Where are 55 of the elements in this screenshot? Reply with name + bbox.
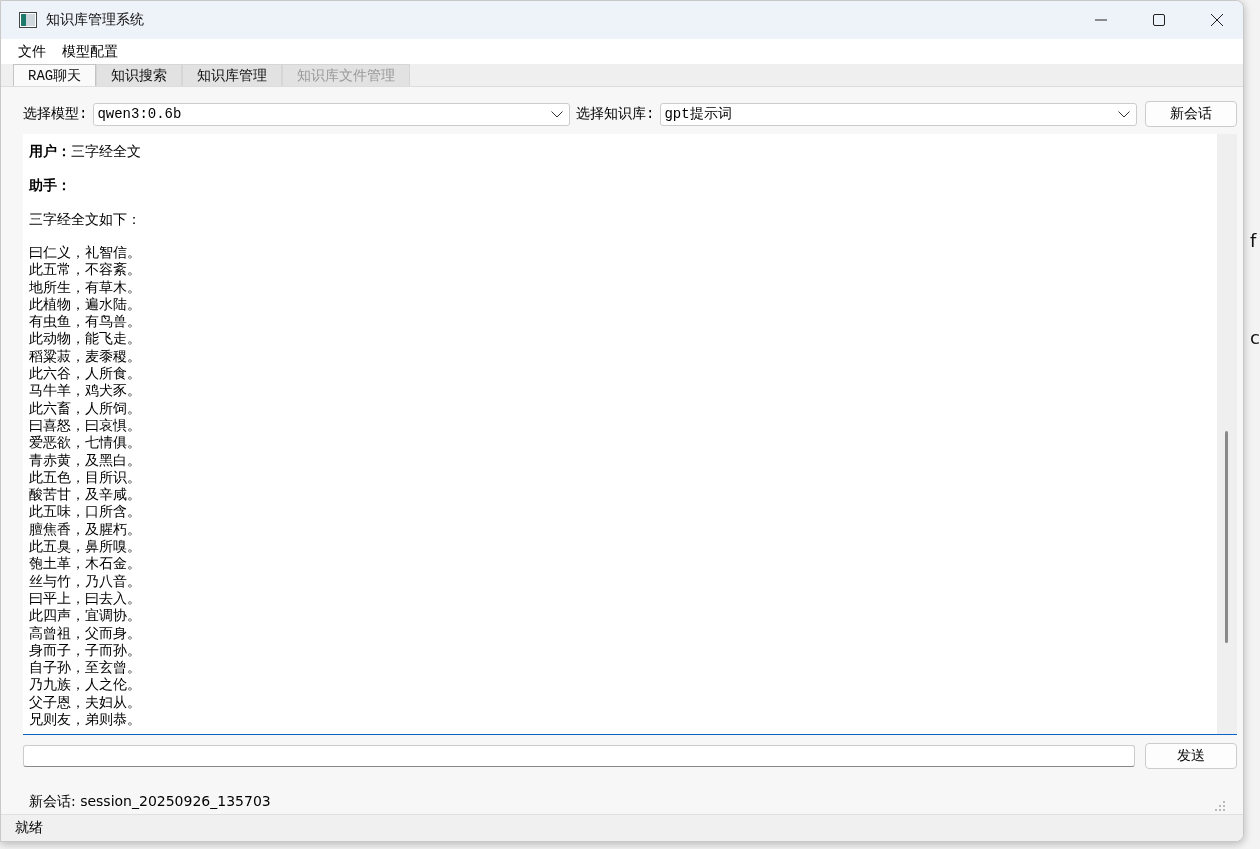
poem-line: 自子孙，至玄曾。	[29, 659, 141, 676]
tab[interactable]: 知识搜索	[96, 64, 183, 86]
model-dropdown[interactable]: qwen3:0.6b	[93, 102, 570, 126]
knowledge-base-label: 选择知识库:	[576, 105, 655, 123]
poem-line: 匏土革，木石金。	[29, 555, 141, 572]
message-input[interactable]	[23, 745, 1135, 767]
poem-line: 高曾祖，父而身。	[29, 624, 141, 641]
poem-line: 有虫鱼，有鸟兽。	[29, 313, 141, 330]
background-text: c	[1250, 327, 1260, 348]
poem-line: 身而子，子而孙。	[29, 641, 141, 658]
poem-line: 曰平上，曰去入。	[29, 589, 141, 606]
poem-line: 父子恩，夫妇从。	[29, 693, 141, 710]
poem-line: 此五臭，鼻所嗅。	[29, 538, 141, 555]
poem-line: 兄则友，弟则恭。	[29, 711, 141, 727]
new-session-button[interactable]: 新会话	[1145, 101, 1237, 127]
user-message: 用户：三字经全文	[29, 143, 141, 159]
poem-line: 此五味，口所含。	[29, 503, 141, 520]
background-text: f	[1250, 230, 1258, 251]
knowledge-base-dropdown[interactable]: gpt提示词	[660, 102, 1137, 126]
close-icon[interactable]	[1211, 14, 1223, 26]
tab[interactable]: RAG聊天	[13, 64, 97, 86]
assistant-label: 助手：	[29, 177, 71, 193]
window-title: 知识库管理系统	[46, 11, 144, 29]
app-icon	[19, 12, 37, 28]
poem-line: 曰仁义，礼智信。	[29, 244, 141, 260]
scrollbar[interactable]	[1217, 134, 1237, 734]
poem-line: 稻粱菽，麦黍稷。	[29, 347, 141, 364]
poem-line: 酸苦甘，及辛咸。	[29, 486, 141, 503]
poem-line: 马牛羊，鸡犬豕。	[29, 382, 141, 399]
poem-line: 丝与竹，乃八音。	[29, 572, 141, 589]
response-text: 三字经全文如下：	[29, 211, 141, 227]
chevron-icon	[1118, 110, 1130, 118]
poem-line: 此六谷，人所食。	[29, 365, 141, 382]
poem-line: 此五常，不容紊。	[29, 261, 141, 278]
poem-line: 此五色，目所识。	[29, 468, 141, 485]
menu-item[interactable]: 模型配置	[62, 42, 118, 61]
poem-line: 曰喜怒，曰哀惧。	[29, 416, 141, 433]
poem-line: 此植物，遍水陆。	[29, 295, 141, 312]
chevron-icon	[551, 110, 563, 118]
maximize-icon[interactable]	[1153, 14, 1165, 26]
send-button[interactable]: 发送	[1145, 743, 1237, 769]
menu-item[interactable]: 文件	[18, 42, 46, 61]
poem-line: 此六畜，人所饲。	[29, 399, 141, 416]
poem-line: 膻焦香，及腥朽。	[29, 520, 141, 537]
poem-line: 乃九族，人之伦。	[29, 676, 141, 693]
session-label: 新会话: session_20250926_135703	[29, 793, 271, 811]
model-label: 选择模型:	[23, 105, 88, 123]
tab[interactable]: 知识库管理	[182, 64, 283, 86]
poem-line: 此四声，宜调协。	[29, 607, 141, 624]
poem-line: 爱恶欲，七情俱。	[29, 434, 141, 451]
poem-line: 此动物，能飞走。	[29, 330, 141, 347]
poem-line: 地所生，有草木。	[29, 278, 141, 295]
poem-line: 青赤黄，及黑白。	[29, 451, 141, 468]
status-text: 就绪	[15, 819, 43, 837]
resize-grip-icon[interactable]	[1215, 801, 1225, 811]
